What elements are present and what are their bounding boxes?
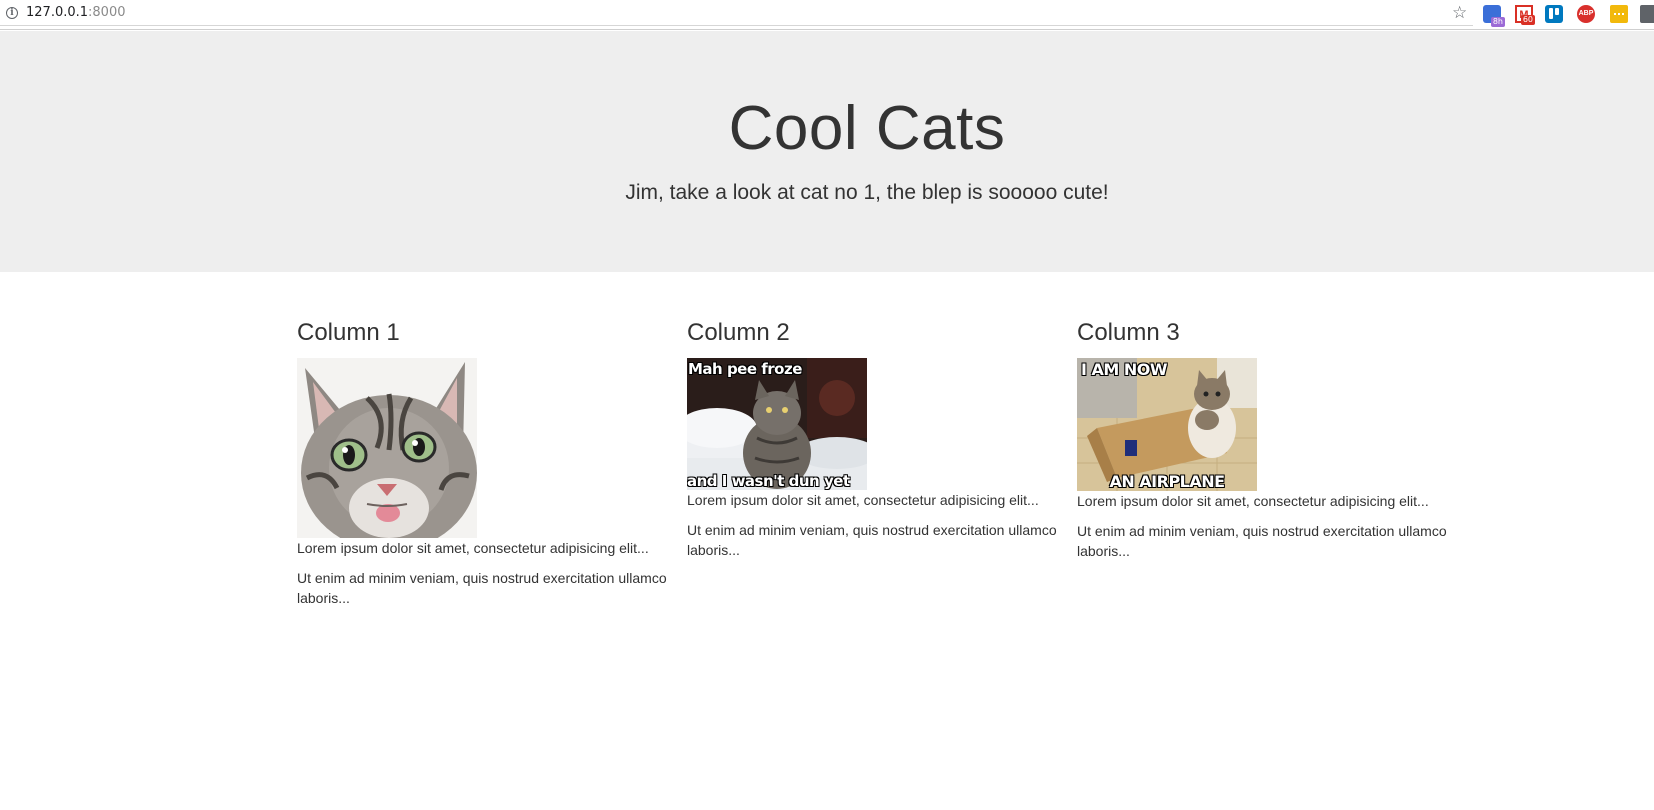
- column-text-2: Ut enim ad minim veniam, quis nostrud ex…: [687, 522, 1057, 558]
- calendar-badge: 8h: [1490, 17, 1505, 27]
- gmail-badge: 60: [1520, 15, 1535, 25]
- keep-extension-icon[interactable]: [1610, 5, 1628, 23]
- meme-caption-top: I AM NOW: [1081, 360, 1168, 379]
- extension-overflow-icon[interactable]: [1640, 5, 1654, 23]
- column-heading: Column 1: [297, 319, 400, 346]
- calendar-extension-icon[interactable]: 8h: [1483, 5, 1505, 27]
- page-title: Cool Cats: [728, 94, 1006, 163]
- column-heading: Column 3: [1077, 319, 1180, 346]
- meme-caption-bottom: and I wasn't dun yet: [687, 472, 850, 490]
- column-text-2: Ut enim ad minim veniam, quis nostrud ex…: [1077, 523, 1447, 559]
- bookmark-star-icon[interactable]: ☆: [1452, 3, 1467, 23]
- cat-box-airplane-meme: I AM NOW AN AIRPLANE: [1077, 358, 1257, 491]
- info-icon[interactable]: i: [6, 7, 18, 19]
- url-host: 127.0.0.1: [26, 5, 89, 20]
- url-text[interactable]: 127.0.0.1:8000: [26, 5, 126, 20]
- browser-toolbar: i 127.0.0.1:8000 ☆ 8h M 60 ABP: [0, 0, 1654, 30]
- page-subtitle: Jim, take a look at cat no 1, the blep i…: [625, 181, 1109, 204]
- cat-snow-meme: Mah pee froze and I wasn't dun yet: [687, 358, 867, 490]
- adblock-extension-icon[interactable]: ABP: [1577, 5, 1595, 23]
- meme-caption-bottom: AN AIRPLANE: [1109, 472, 1225, 491]
- trello-extension-icon[interactable]: [1545, 5, 1563, 23]
- column-2: Column 2 Mah pee froze and I wasn't dun …: [687, 318, 1057, 570]
- url-port: :8000: [88, 5, 126, 20]
- column-text-1: Lorem ipsum dolor sit amet, consectetur …: [297, 540, 649, 556]
- gmail-extension-icon[interactable]: M 60: [1515, 5, 1535, 25]
- jumbotron: Cool Cats Jim, take a look at cat no 1, …: [0, 31, 1654, 272]
- address-bar[interactable]: i 127.0.0.1:8000 ☆: [0, 0, 1473, 26]
- column-1: Column 1 Lorem ipsum dolor sit amet, con…: [297, 318, 667, 618]
- meme-caption-top: Mah pee froze: [688, 360, 802, 378]
- column-3: Column 3 I AM NOW AN AIRPLANE Lorem ipsu…: [1077, 318, 1447, 571]
- column-text-1: Lorem ipsum dolor sit amet, consectetur …: [687, 492, 1039, 508]
- column-text-2: Ut enim ad minim veniam, quis nostrud ex…: [297, 570, 667, 606]
- column-text-1: Lorem ipsum dolor sit amet, consectetur …: [1077, 493, 1429, 509]
- cat-blep-photo: [297, 358, 477, 538]
- column-heading: Column 2: [687, 319, 790, 346]
